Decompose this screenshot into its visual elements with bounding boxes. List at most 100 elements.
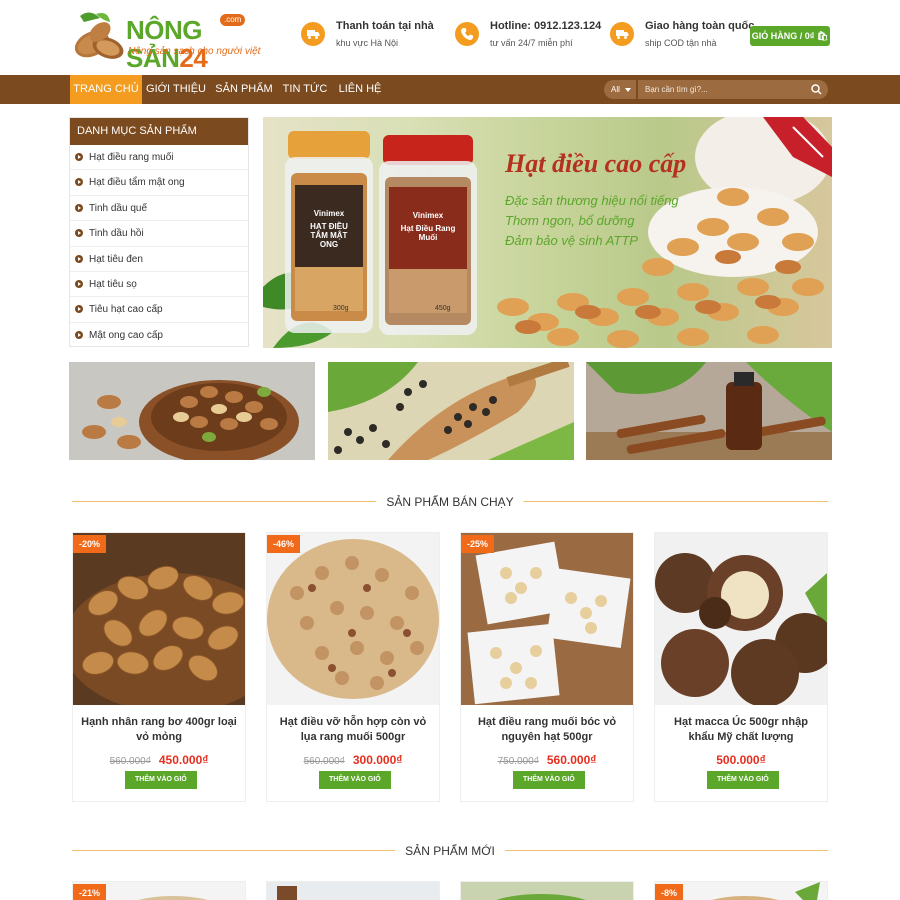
product-card[interactable]: Hạt macca Úc 500gr nhập khẩu Mỹ chất lượ… xyxy=(654,532,828,802)
category-item[interactable]: Tinh dầu quế xyxy=(70,196,248,222)
banner-line: Đảm bảo vệ sinh ATTP xyxy=(505,233,638,248)
search-category-select[interactable]: All xyxy=(604,80,636,99)
cashew-mixed-image xyxy=(267,533,439,705)
product-name[interactable]: Hạt điều rang muối bóc vỏ nguyên hạt 500… xyxy=(467,715,627,745)
nav-item-about[interactable]: GIỚI THIỆU xyxy=(145,75,207,104)
nav-item-home[interactable]: TRANG CHỦ xyxy=(70,75,142,104)
arrow-circle-icon xyxy=(75,178,83,187)
header-info-sub: ship COD tận nhà xyxy=(645,38,717,48)
nav-item-contact[interactable]: LIÊN HỆ xyxy=(334,75,386,104)
arrow-circle-icon xyxy=(75,229,83,238)
header-info-sub: khu vực Hà Nội xyxy=(336,38,399,48)
search-icon[interactable] xyxy=(811,84,822,95)
discount-badge: -25% xyxy=(461,535,495,553)
section-title: SẢN PHẨM MỚI xyxy=(395,841,505,861)
product-image[interactable] xyxy=(73,533,245,705)
category-item[interactable]: Tinh dầu hồi xyxy=(70,221,248,247)
sale-price: 560.000₫ xyxy=(546,753,597,767)
hero-banner[interactable]: Vinimex HẠT ĐIỀU TẨM MẬT ONG 300g Vinime… xyxy=(263,117,832,348)
jar-1-weight: 300g xyxy=(333,305,349,312)
category-item[interactable]: Hạt tiêu sọ xyxy=(70,272,248,298)
category-item[interactable]: Hạt tiêu đen xyxy=(70,247,248,272)
category-item-label: Hạt điều rang muối xyxy=(89,152,174,163)
category-image-pepper[interactable] xyxy=(328,362,574,460)
sale-price: 450.000₫ xyxy=(158,753,209,767)
product-card[interactable] xyxy=(266,881,440,900)
product-card[interactable]: -46% Hạt điều vỡ hỗn hợp còn vỏ lụa rang… xyxy=(266,532,440,802)
product-name[interactable]: Hạnh nhân rang bơ 400gr loại vỏ mỏng xyxy=(79,715,239,745)
product-card[interactable]: -8% xyxy=(654,881,828,900)
brand-slogan: Nông sản sạch cho người việt xyxy=(128,46,261,57)
search-input[interactable]: Bạn cần tìm gì?... xyxy=(638,80,828,99)
section-title: SẢN PHẨM BÁN CHẠY xyxy=(376,492,524,512)
main-nav: TRANG CHỦ GIỚI THIỆU SẢN PHẨM TIN TỨC LI… xyxy=(0,75,900,104)
banner-title: Hạt điều cao cấp xyxy=(505,149,687,178)
product-prices: 560.000₫ 450.000₫ xyxy=(73,751,245,769)
black-pepper-image xyxy=(328,362,574,460)
category-item[interactable]: Hạt điều tẩm mật ong xyxy=(70,170,248,196)
category-item[interactable]: Tiêu hạt cao cấp xyxy=(70,297,248,323)
header-info-sub: tư vấn 24/7 miễn phí xyxy=(490,38,573,48)
category-item[interactable]: Mật ong cao cấp xyxy=(70,323,248,348)
category-item-label: Hạt điều tẩm mật ong xyxy=(89,177,185,189)
brand-domain: .com xyxy=(220,14,246,26)
phone-icon xyxy=(455,22,479,46)
almonds-image xyxy=(73,533,245,705)
header-info-title: Thanh toán tại nhà xyxy=(336,20,434,32)
add-to-cart-button[interactable]: THÊM VÀO GIỎ xyxy=(319,771,391,789)
cashew-boxes-image xyxy=(461,533,633,705)
product-image[interactable] xyxy=(267,533,439,705)
product-image[interactable] xyxy=(461,533,633,705)
truck-icon xyxy=(301,22,325,46)
arrow-circle-icon xyxy=(75,203,83,212)
add-to-cart-button[interactable]: THÊM VÀO GIỎ xyxy=(125,771,197,789)
site-logo[interactable]: NÔNG SẢN24 .com Nông sản sạch cho người … xyxy=(70,8,260,72)
product-image[interactable] xyxy=(461,882,634,900)
mixed-nuts-image xyxy=(69,362,315,460)
add-to-cart-button[interactable]: THÊM VÀO GIỎ xyxy=(707,771,779,789)
product-card[interactable]: -20% Hạnh nhân rang bơ 400gr loại vỏ mỏn… xyxy=(72,532,246,802)
header-info-title: Hotline: 0912.123.124 xyxy=(490,20,602,32)
category-item-label: Hạt tiêu sọ xyxy=(89,278,137,290)
arrow-circle-icon xyxy=(75,153,83,161)
jar-2-weight: 450g xyxy=(435,305,451,312)
arrow-circle-icon xyxy=(75,305,83,314)
cart-button[interactable]: GIỎ HÀNG / 0₫ 🛍 xyxy=(750,26,830,46)
truck-icon xyxy=(610,22,634,46)
nav-item-products[interactable]: SẢN PHẨM xyxy=(212,75,276,104)
section-new-products-heading: SẢN PHẨM MỚI xyxy=(72,841,828,861)
arrow-circle-icon xyxy=(75,330,83,339)
category-image-cinnamon[interactable] xyxy=(586,362,832,460)
category-item-label: Tiêu hạt cao cấp xyxy=(89,304,163,316)
macadamia-image xyxy=(655,533,827,705)
search-placeholder: Bạn cần tìm gì?... xyxy=(645,85,708,94)
add-to-cart-button[interactable]: THÊM VÀO GIỎ xyxy=(513,771,585,789)
discount-badge: -8% xyxy=(655,884,684,900)
product-card[interactable] xyxy=(460,881,634,900)
category-item-label: Mật ong cao cấp xyxy=(89,329,163,341)
discount-badge: -46% xyxy=(267,535,301,553)
category-image-nuts[interactable] xyxy=(69,362,315,460)
product-card[interactable]: -25% Hạt điều rang muối bóc vỏ nguyên hạ… xyxy=(460,532,634,802)
nav-item-news[interactable]: TIN TỨC xyxy=(281,75,329,104)
category-item[interactable]: Hạt điều rang muối xyxy=(70,145,248,171)
banner-line: Thơm ngon, bổ dưỡng xyxy=(505,213,635,228)
sale-price: 500.000₫ xyxy=(716,753,766,767)
old-price: 560.000₫ xyxy=(303,756,345,767)
arrow-circle-icon xyxy=(75,254,83,263)
old-price: 560.000₫ xyxy=(109,756,151,767)
category-menu: DANH MỤC SẢN PHẨM Hạt điều rang muối Hạt… xyxy=(69,117,249,347)
product-card[interactable]: -21% xyxy=(72,881,246,900)
product-name[interactable]: Hạt macca Úc 500gr nhập khẩu Mỹ chất lượ… xyxy=(661,715,821,745)
jar-2-brand: Vinimex xyxy=(412,211,444,220)
header-info-title: Giao hàng toàn quốc xyxy=(645,20,755,32)
product-image[interactable] xyxy=(655,533,827,705)
cart-icon: 🛍 xyxy=(816,31,829,41)
search-category-value: All xyxy=(611,85,620,94)
discount-badge: -20% xyxy=(73,535,107,553)
category-item-label: Tinh dầu hồi xyxy=(89,228,144,240)
product-name[interactable]: Hạt điều vỡ hỗn hợp còn vỏ lụa rang muối… xyxy=(273,715,433,745)
product-image[interactable] xyxy=(267,882,440,900)
section-best-sellers-heading: SẢN PHẨM BÁN CHẠY xyxy=(72,492,828,512)
jar-2-label: Vinimex Hạt Điều Rang Muối xyxy=(397,211,459,242)
